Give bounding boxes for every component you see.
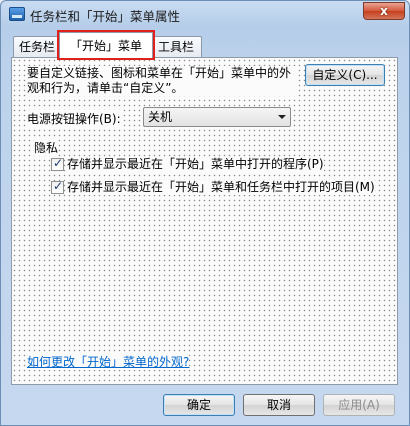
taskbar-properties-icon xyxy=(9,7,25,21)
chevron-down-icon xyxy=(278,115,286,119)
customize-button[interactable]: 自定义(C)... xyxy=(305,64,385,86)
power-button-select[interactable]: 关机 xyxy=(143,107,291,127)
window-title: 任务栏和「开始」菜单属性 xyxy=(30,9,181,24)
tab-toolbars[interactable]: 工具栏 xyxy=(152,36,202,58)
recent-programs-label: 存储并显示最近在「开始」菜单中打开的程序(P) xyxy=(67,157,324,172)
close-button[interactable]: x xyxy=(363,2,405,20)
recent-items-checkbox[interactable] xyxy=(51,179,64,194)
power-button-value: 关机 xyxy=(148,110,173,124)
title-bar[interactable]: 任务栏和「开始」菜单属性 x xyxy=(1,1,410,27)
power-button-label: 电源按钮操作(B): xyxy=(27,110,121,127)
apply-button[interactable]: 应用(A) xyxy=(323,394,395,416)
recent-programs-checkbox[interactable] xyxy=(51,156,64,171)
cancel-button[interactable]: 取消 xyxy=(243,394,315,416)
ok-button[interactable]: 确定 xyxy=(163,394,235,416)
intro-text: 要自定义链接、图标和菜单在「开始」菜单中的外观和行为，请单击“自定义”。 xyxy=(27,66,297,96)
tab-start-menu[interactable]: 「开始」菜单 xyxy=(59,32,153,59)
properties-window: 任务栏和「开始」菜单属性 x 任务栏 「开始」菜单 工具栏 要自定义链接、图标和… xyxy=(0,0,410,426)
help-link[interactable]: 如何更改「开始」菜单的外观? xyxy=(27,353,190,370)
recent-items-label: 存储并显示最近在「开始」菜单和任务栏中打开的项目(M) xyxy=(67,180,375,195)
privacy-group-label: 隐私 xyxy=(34,139,59,156)
tab-taskbar[interactable]: 任务栏 xyxy=(13,36,63,58)
